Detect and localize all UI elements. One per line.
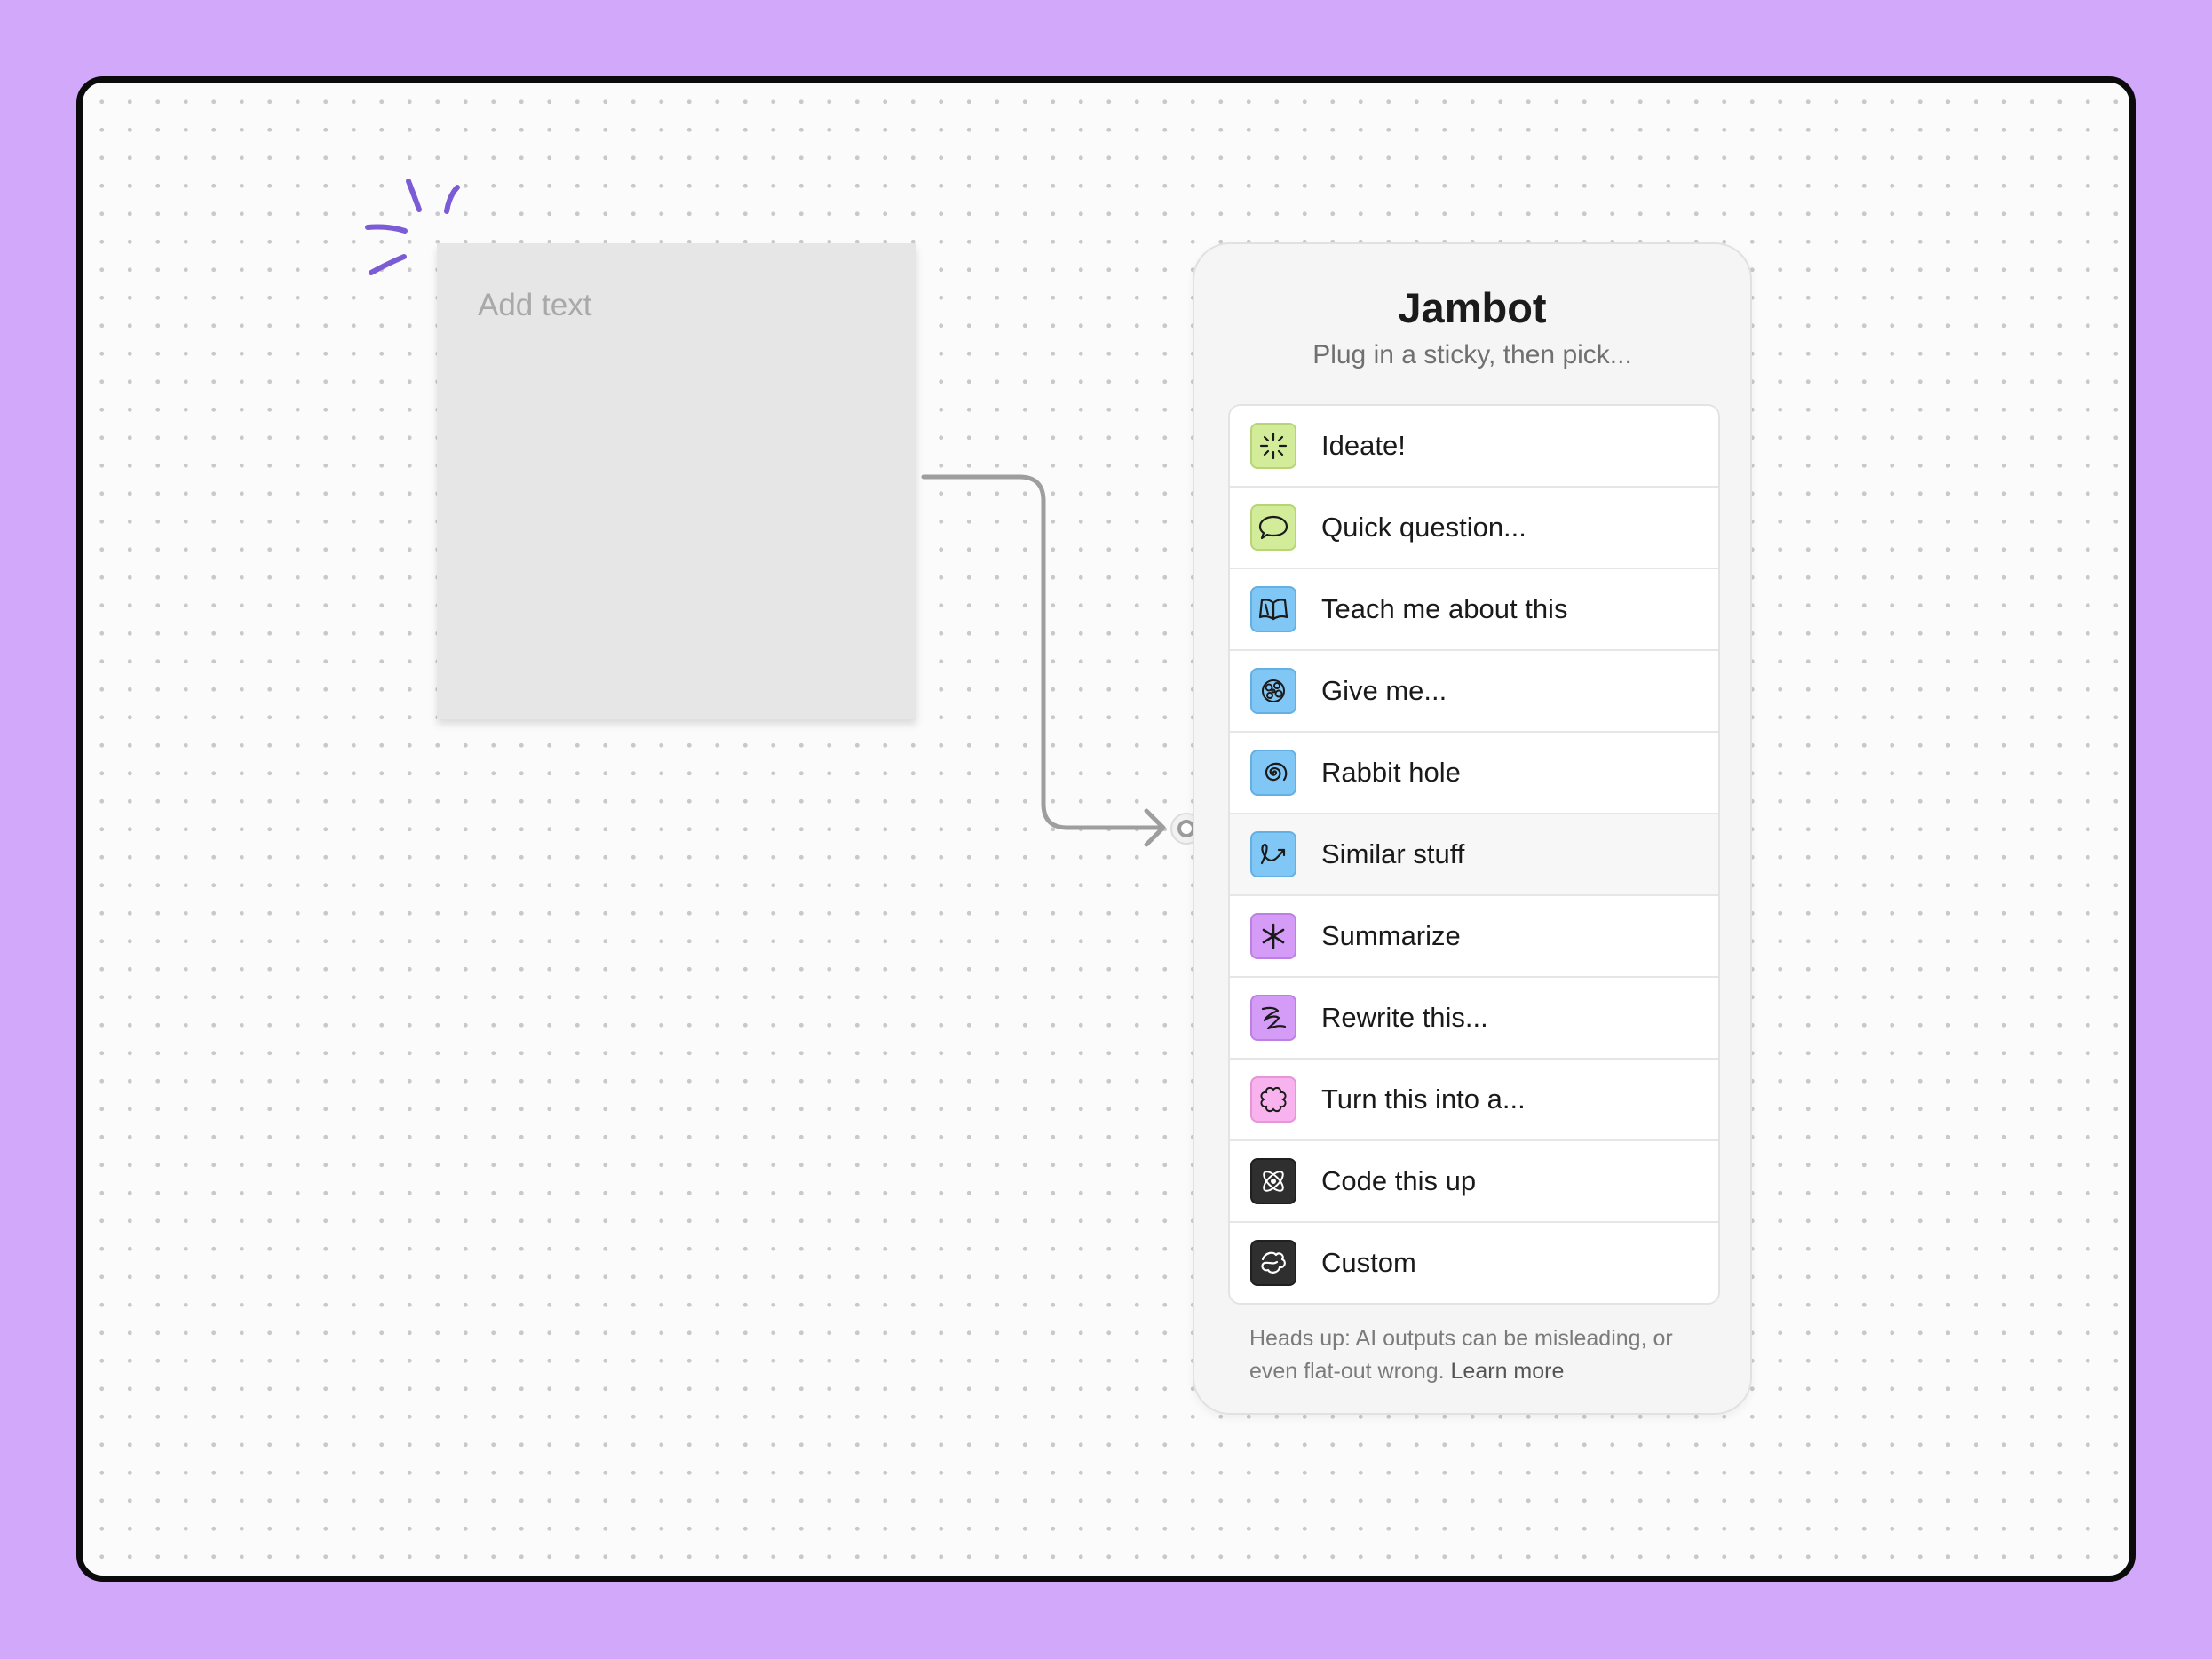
squiggle-icon [1250, 1240, 1296, 1286]
speech-bubble-icon [1250, 504, 1296, 551]
menu-item-label: Rewrite this... [1321, 1002, 1488, 1033]
menu-item-ideate[interactable]: Ideate! [1230, 406, 1718, 486]
jambot-widget[interactable]: Jambot Plug in a sticky, then pick... Id… [1193, 242, 1752, 1415]
flower-icon [1250, 1076, 1296, 1123]
jambot-subtitle: Plug in a sticky, then pick... [1312, 340, 1632, 369]
jambot-title: Jambot [1398, 284, 1547, 331]
sticky-placeholder-text[interactable]: Add text [478, 288, 876, 323]
menu-item-label: Turn this into a... [1321, 1084, 1526, 1115]
sparkle-icon [1250, 423, 1296, 469]
menu-item-label: Similar stuff [1321, 838, 1465, 869]
scribble-icon [1250, 995, 1296, 1041]
menu-item-custom[interactable]: Custom [1230, 1221, 1718, 1303]
jambot-menu: Ideate! Quick question... Teach me about… [1228, 404, 1720, 1305]
menu-item-label: Give me... [1321, 675, 1447, 706]
menu-item-label: Custom [1321, 1247, 1416, 1278]
menu-item-label: Code this up [1321, 1165, 1477, 1196]
menu-item-teach-me[interactable]: Teach me about this [1230, 568, 1718, 649]
menu-item-label: Rabbit hole [1321, 757, 1461, 788]
sticky-note[interactable]: Add text [437, 243, 916, 719]
learn-more-link[interactable]: Learn more [1451, 1359, 1565, 1384]
menu-item-code-this-up[interactable]: Code this up [1230, 1139, 1718, 1221]
menu-item-label: Ideate! [1321, 430, 1406, 461]
brain-icon [1250, 668, 1296, 714]
spiral-icon [1250, 750, 1296, 796]
canvas-board[interactable] [76, 76, 2136, 1582]
menu-item-similar-stuff[interactable]: Similar stuff [1230, 813, 1718, 894]
asterisk-icon [1250, 913, 1296, 959]
menu-item-rewrite[interactable]: Rewrite this... [1230, 976, 1718, 1058]
atom-icon [1250, 1158, 1296, 1204]
menu-item-summarize[interactable]: Summarize [1230, 894, 1718, 976]
loop-arrow-icon [1250, 831, 1296, 877]
menu-item-rabbit-hole[interactable]: Rabbit hole [1230, 731, 1718, 813]
menu-item-label: Teach me about this [1321, 593, 1568, 624]
ai-disclaimer: Heads up: AI outputs can be misleading, … [1249, 1322, 1711, 1388]
menu-item-give-me[interactable]: Give me... [1230, 649, 1718, 731]
menu-item-label: Summarize [1321, 920, 1461, 951]
menu-item-label: Quick question... [1321, 512, 1526, 543]
open-book-icon [1250, 586, 1296, 632]
menu-item-quick-question[interactable]: Quick question... [1230, 486, 1718, 568]
menu-item-turn-this-into[interactable]: Turn this into a... [1230, 1058, 1718, 1139]
